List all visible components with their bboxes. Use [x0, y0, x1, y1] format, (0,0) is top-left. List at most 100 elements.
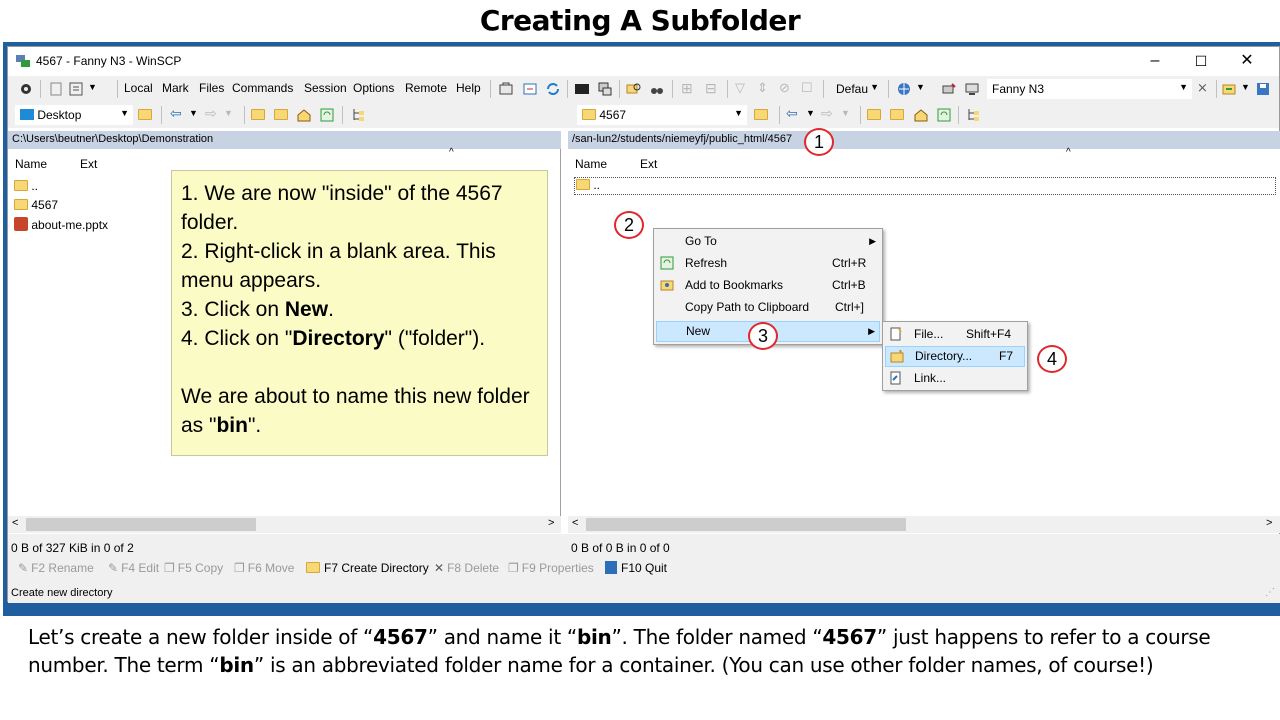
refresh-icon[interactable] [319, 107, 335, 123]
chevron-down-icon[interactable]: ▼ [916, 82, 925, 92]
submenu-item-directory[interactable]: Directory... F7 [885, 346, 1025, 367]
column-header-ext[interactable]: Ext [80, 157, 97, 171]
close-button[interactable]: ✕ [1224, 47, 1270, 75]
gear-icon[interactable] [18, 81, 34, 97]
list-item[interactable]: .. [574, 177, 1276, 195]
parent-directory-icon[interactable] [867, 109, 881, 120]
menu-commands[interactable]: Commands [232, 81, 293, 95]
putty-icon[interactable] [597, 81, 613, 97]
remote-location-select[interactable]: 4567 ▼ [577, 105, 747, 125]
menu-help[interactable]: Help [456, 81, 481, 95]
tree-view-icon[interactable] [351, 107, 367, 123]
column-header-name[interactable]: Name [15, 157, 47, 171]
local-location-select[interactable]: Desktop ▼ [15, 105, 133, 125]
transfer-settings-icon[interactable] [68, 81, 84, 97]
menu-remote[interactable]: Remote [405, 81, 447, 95]
f7-create-directory-button[interactable]: F7 Create Directory [306, 561, 429, 575]
menu-local[interactable]: Local [124, 81, 153, 95]
menu-options[interactable]: Options [353, 81, 394, 95]
console-icon[interactable] [574, 81, 590, 97]
binoculars-icon[interactable] [649, 81, 665, 97]
local-horizontal-scrollbar[interactable]: < > [8, 516, 561, 533]
list-item[interactable]: .. [14, 179, 38, 193]
scroll-right-icon[interactable]: > [1266, 517, 1272, 529]
column-header-name[interactable]: Name [575, 157, 607, 171]
scrollbar-thumb[interactable] [586, 518, 906, 531]
find-files-icon[interactable] [626, 81, 642, 97]
refresh-icon[interactable] [936, 107, 952, 123]
minimize-button[interactable]: – [1132, 47, 1178, 75]
chevron-down-icon[interactable]: ▼ [88, 82, 97, 92]
remote-horizontal-scrollbar[interactable]: < > [568, 516, 1280, 533]
minus-icon[interactable]: ⊟ [705, 80, 717, 97]
home-icon[interactable] [296, 107, 312, 123]
folder-icon [14, 199, 28, 210]
caption-text: ” and name it “ [427, 625, 578, 649]
context-menu-item-refresh[interactable]: Refresh Ctrl+R [656, 253, 880, 274]
context-menu-item-copy-path[interactable]: Copy Path to Clipboard Ctrl+] [656, 297, 880, 318]
filter-icon[interactable]: ▽ [735, 80, 745, 96]
chevron-down-icon: ▼ [870, 82, 879, 92]
save-session-icon[interactable] [1255, 81, 1271, 97]
context-menu-item-add-bookmarks[interactable]: Add to Bookmarks Ctrl+B [656, 275, 880, 296]
f8-delete-button[interactable]: ✕ F8 Delete [434, 561, 499, 575]
scroll-left-icon[interactable]: < [572, 517, 578, 529]
f4-edit-button[interactable]: ✎ F4 Edit [108, 561, 159, 575]
properties-icon: ❐ [508, 561, 519, 575]
plus-icon[interactable]: ⊞ [681, 80, 693, 97]
parent-directory-icon[interactable] [251, 109, 265, 120]
chevron-down-icon[interactable]: ▼ [189, 108, 198, 118]
transfer-preset-select[interactable]: Defau ▼ [831, 79, 883, 99]
tree-view-icon[interactable] [966, 107, 982, 123]
synchronize-browsing-icon[interactable] [498, 81, 514, 97]
open-folder-icon[interactable] [138, 109, 152, 120]
session-select[interactable]: Fanny N3 ▼ [987, 79, 1192, 99]
deselect-icon[interactable]: ⊘ [779, 80, 790, 96]
forward-arrow-icon[interactable]: ⇨ [205, 105, 217, 122]
root-directory-icon[interactable] [274, 109, 288, 120]
menu-session[interactable]: Session [304, 81, 347, 95]
list-item[interactable]: about-me.pptx [14, 217, 108, 232]
back-arrow-icon[interactable]: ⇦ [786, 105, 798, 122]
new-session-icon[interactable] [1222, 81, 1238, 97]
f10-quit-button[interactable]: F10 Quit [605, 561, 667, 575]
compare-directories-icon[interactable] [522, 81, 538, 97]
menu-files[interactable]: Files [199, 81, 224, 95]
maximize-button[interactable]: ☐ [1178, 47, 1224, 75]
select-icon[interactable]: ☐ [801, 80, 813, 96]
scroll-left-icon[interactable]: < [12, 517, 18, 529]
f2-rename-button[interactable]: ✎ F2 Rename [18, 561, 94, 575]
chevron-down-icon[interactable]: ▼ [841, 108, 850, 118]
open-folder-icon[interactable] [754, 109, 768, 120]
globe-icon[interactable] [896, 81, 912, 97]
home-icon[interactable] [913, 107, 929, 123]
forward-arrow-icon[interactable]: ⇨ [821, 105, 833, 122]
column-header-ext[interactable]: Ext [640, 157, 657, 171]
computer-icon[interactable] [964, 81, 980, 97]
sort-icon[interactable]: ⇕ [757, 80, 768, 96]
scrollbar-thumb[interactable] [26, 518, 256, 531]
f5-copy-button[interactable]: ❐ F5 Copy [164, 561, 223, 575]
f6-move-button[interactable]: ❐ F6 Move [234, 561, 294, 575]
chevron-down-icon[interactable]: ▼ [224, 108, 233, 118]
root-directory-icon[interactable] [890, 109, 904, 120]
submenu-item-file[interactable]: File... Shift+F4 [885, 324, 1025, 345]
chevron-down-icon[interactable]: ▼ [806, 108, 815, 118]
context-menu-item-go-to[interactable]: Go To ▶ [656, 231, 880, 252]
refresh-icon[interactable] [545, 81, 561, 97]
chevron-down-icon[interactable]: ▼ [1241, 82, 1250, 92]
list-item[interactable]: 4567 [14, 198, 58, 212]
back-arrow-icon[interactable]: ⇦ [170, 105, 182, 122]
queue-icon[interactable] [48, 81, 64, 97]
f2-rename-label: F2 Rename [31, 561, 94, 575]
remote-path-bar[interactable]: /san-lun2/students/niemeyfj/public_html/… [568, 131, 1280, 149]
scroll-right-icon[interactable]: > [548, 517, 554, 529]
caption-bold: 4567 [822, 625, 877, 649]
f9-properties-button[interactable]: ❐ F9 Properties [508, 561, 594, 575]
disconnect-icon[interactable] [941, 81, 957, 97]
local-path-bar[interactable]: C:\Users\beutner\Desktop\Demonstration [8, 131, 561, 149]
close-session-icon[interactable]: ⨯ [1197, 80, 1208, 96]
submenu-item-link[interactable]: Link... [885, 368, 1025, 389]
resize-grip-icon[interactable]: ⋰ [1265, 587, 1275, 598]
menu-mark[interactable]: Mark [162, 81, 189, 95]
